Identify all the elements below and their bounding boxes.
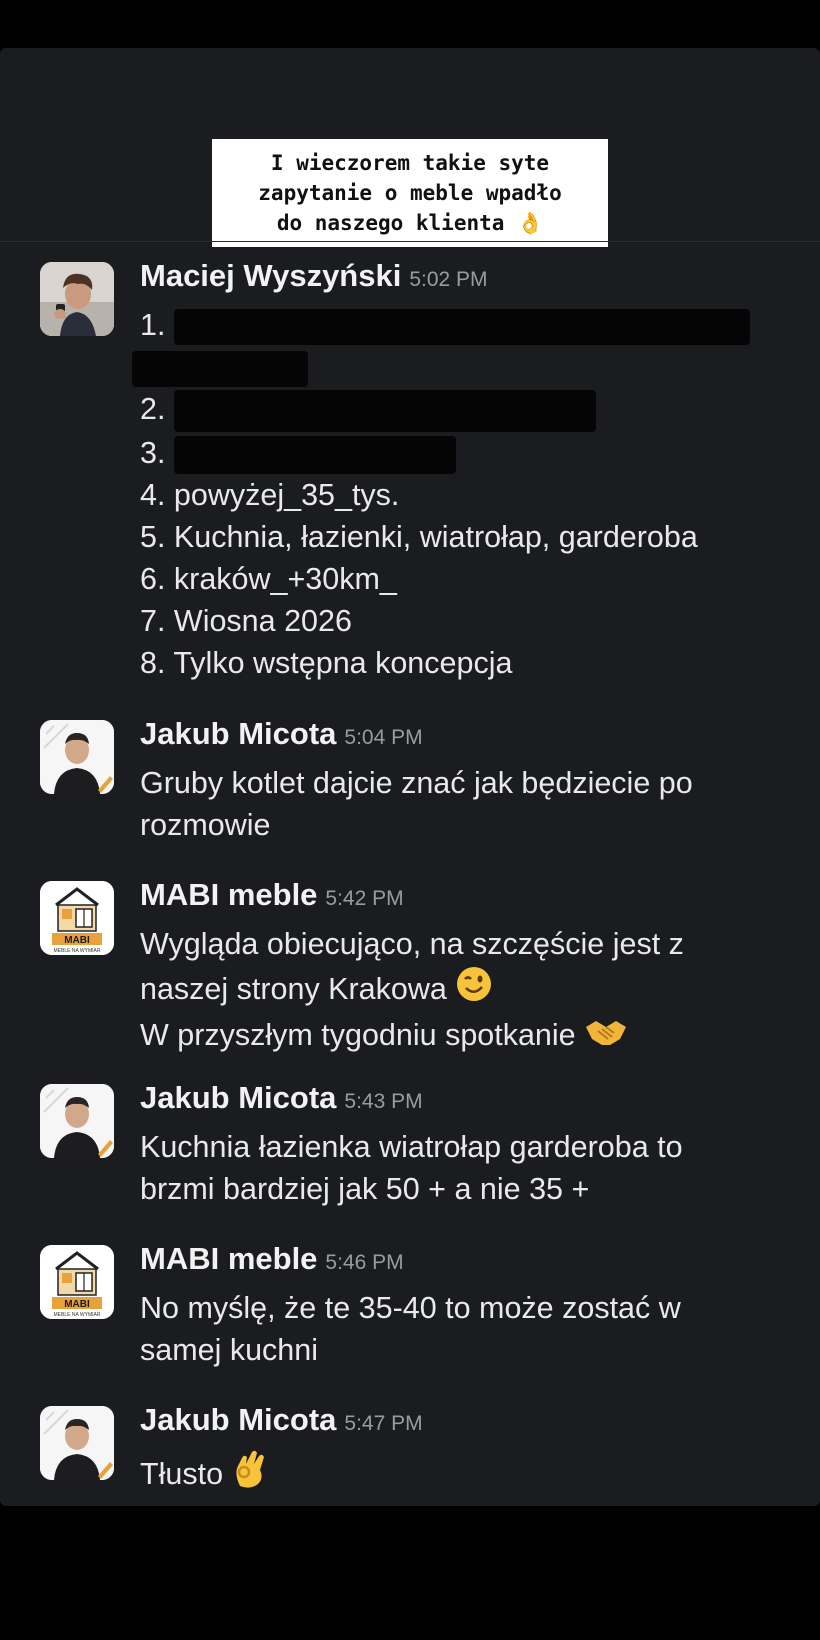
list-item-4: 4. powyżej_35_tys.	[140, 477, 400, 512]
avatar[interactable]	[40, 1084, 114, 1158]
message-line: rozmowie	[140, 808, 271, 842]
message-header: Jakub Micota 5:04 PM	[140, 716, 423, 752]
author-name[interactable]: MABI meble	[140, 877, 317, 912]
list-item-1-cont	[132, 346, 800, 388]
redaction-bar	[173, 389, 596, 432]
author-name[interactable]: Jakub Micota	[140, 716, 336, 751]
timestamp[interactable]: 5:04 PM	[344, 726, 422, 749]
message-body: Kuchnia łazienka wiatrołap garderoba to …	[140, 1126, 800, 1210]
message-body: Tłusto	[140, 1448, 800, 1499]
timestamp[interactable]: 5:02 PM	[409, 268, 487, 291]
author-name[interactable]: Maciej Wyszyński	[140, 258, 401, 293]
avatar[interactable]: MABI MEBLE NA WYMIAR	[40, 1245, 114, 1319]
jakub-avatar-icon	[40, 720, 114, 794]
message-header: Maciej Wyszyński 5:02 PM	[140, 258, 488, 294]
redaction-bar	[173, 435, 456, 474]
svg-text:MABI: MABI	[64, 935, 90, 946]
message-header: MABI meble 5:42 PM	[140, 877, 404, 913]
maciej-avatar-icon	[40, 262, 114, 336]
message-line: Tłusto	[140, 1448, 800, 1499]
timestamp[interactable]: 5:43 PM	[344, 1090, 422, 1113]
avatar[interactable]	[40, 720, 114, 794]
message-header: Jakub Micota 5:43 PM	[140, 1080, 423, 1116]
message-line: No myślę, że te 35-40 to może zostać w	[140, 1291, 681, 1325]
handshake-emoji-icon	[584, 1015, 628, 1060]
avatar[interactable]	[40, 262, 114, 336]
message-body: Wygląda obiecująco, na szczęście jest z …	[140, 923, 800, 1060]
jakub-avatar-icon	[40, 1084, 114, 1158]
jakub-avatar-icon	[40, 1406, 114, 1480]
svg-text:MEBLE NA WYMIAR: MEBLE NA WYMIAR	[54, 948, 101, 954]
message-body: No myślę, że te 35-40 to może zostać w s…	[140, 1287, 800, 1371]
message-line: samej kuchni	[140, 1333, 318, 1367]
winking-face-emoji-icon	[455, 965, 493, 1014]
caption-line-2: zapytanie o meble wpadło	[258, 181, 562, 205]
message-line: Gruby kotlet dajcie znać jak będziecie p…	[140, 766, 693, 800]
list-item-2: 2.	[140, 388, 800, 432]
list-item-8: 8. Tylko wstępna koncepcja	[140, 645, 513, 680]
svg-text:MABI: MABI	[64, 1299, 90, 1310]
message-line: W przyszłym tygodniu spotkanie	[140, 1014, 800, 1060]
list-item-1: 1.	[140, 304, 800, 346]
avatar[interactable]: MABI MEBLE NA WYMIAR	[40, 881, 114, 955]
mabi-logo-icon: MABI MEBLE NA WYMIAR	[40, 1245, 114, 1319]
ok-hand-emoji-icon	[232, 1448, 268, 1499]
caption-line-1: I wieczorem takie syte	[270, 151, 550, 175]
message-header: Jakub Micota 5:47 PM	[140, 1402, 423, 1438]
message-line: brzmi bardziej jak 50 + a nie 35 +	[140, 1172, 590, 1206]
author-name[interactable]: MABI meble	[140, 1241, 317, 1276]
timestamp[interactable]: 5:47 PM	[344, 1412, 422, 1435]
list-item-6: 6. kraków_+30km_	[140, 561, 397, 596]
timestamp[interactable]: 5:42 PM	[325, 887, 403, 910]
list-item-3: 3.	[140, 432, 800, 474]
caption-line-3: do naszego klienta 👌	[276, 211, 544, 235]
message-line: Kuchnia łazienka wiatrołap garderoba to	[140, 1130, 683, 1164]
mabi-logo-icon: MABI MEBLE NA WYMIAR	[40, 881, 114, 955]
message-body: Gruby kotlet dajcie znać jak będziecie p…	[140, 762, 800, 846]
avatar[interactable]	[40, 1406, 114, 1480]
screenshot-frame: I wieczorem takie syte zapytanie o meble…	[0, 0, 820, 1640]
svg-text:MEBLE NA WYMIAR: MEBLE NA WYMIAR	[54, 1312, 101, 1318]
message-header: MABI meble 5:46 PM	[140, 1241, 404, 1277]
story-caption: I wieczorem takie syte zapytanie o meble…	[212, 139, 608, 247]
redaction-bar	[173, 308, 750, 345]
list-item-5: 5. Kuchnia, łazienki, wiatrołap, gardero…	[140, 519, 698, 554]
divider	[0, 241, 820, 242]
redaction-bar	[132, 350, 308, 387]
timestamp[interactable]: 5:46 PM	[325, 1251, 403, 1274]
message-line: Wygląda obiecująco, na szczęście jest z	[140, 927, 684, 961]
message-body: 1. 2. 3. 4. powyżej_35_tys. 5. Kuchnia, …	[132, 304, 800, 684]
author-name[interactable]: Jakub Micota	[140, 1080, 336, 1115]
author-name[interactable]: Jakub Micota	[140, 1402, 336, 1437]
list-item-7: 7. Wiosna 2026	[140, 603, 352, 638]
message-line: naszej strony Krakowa	[140, 965, 800, 1014]
